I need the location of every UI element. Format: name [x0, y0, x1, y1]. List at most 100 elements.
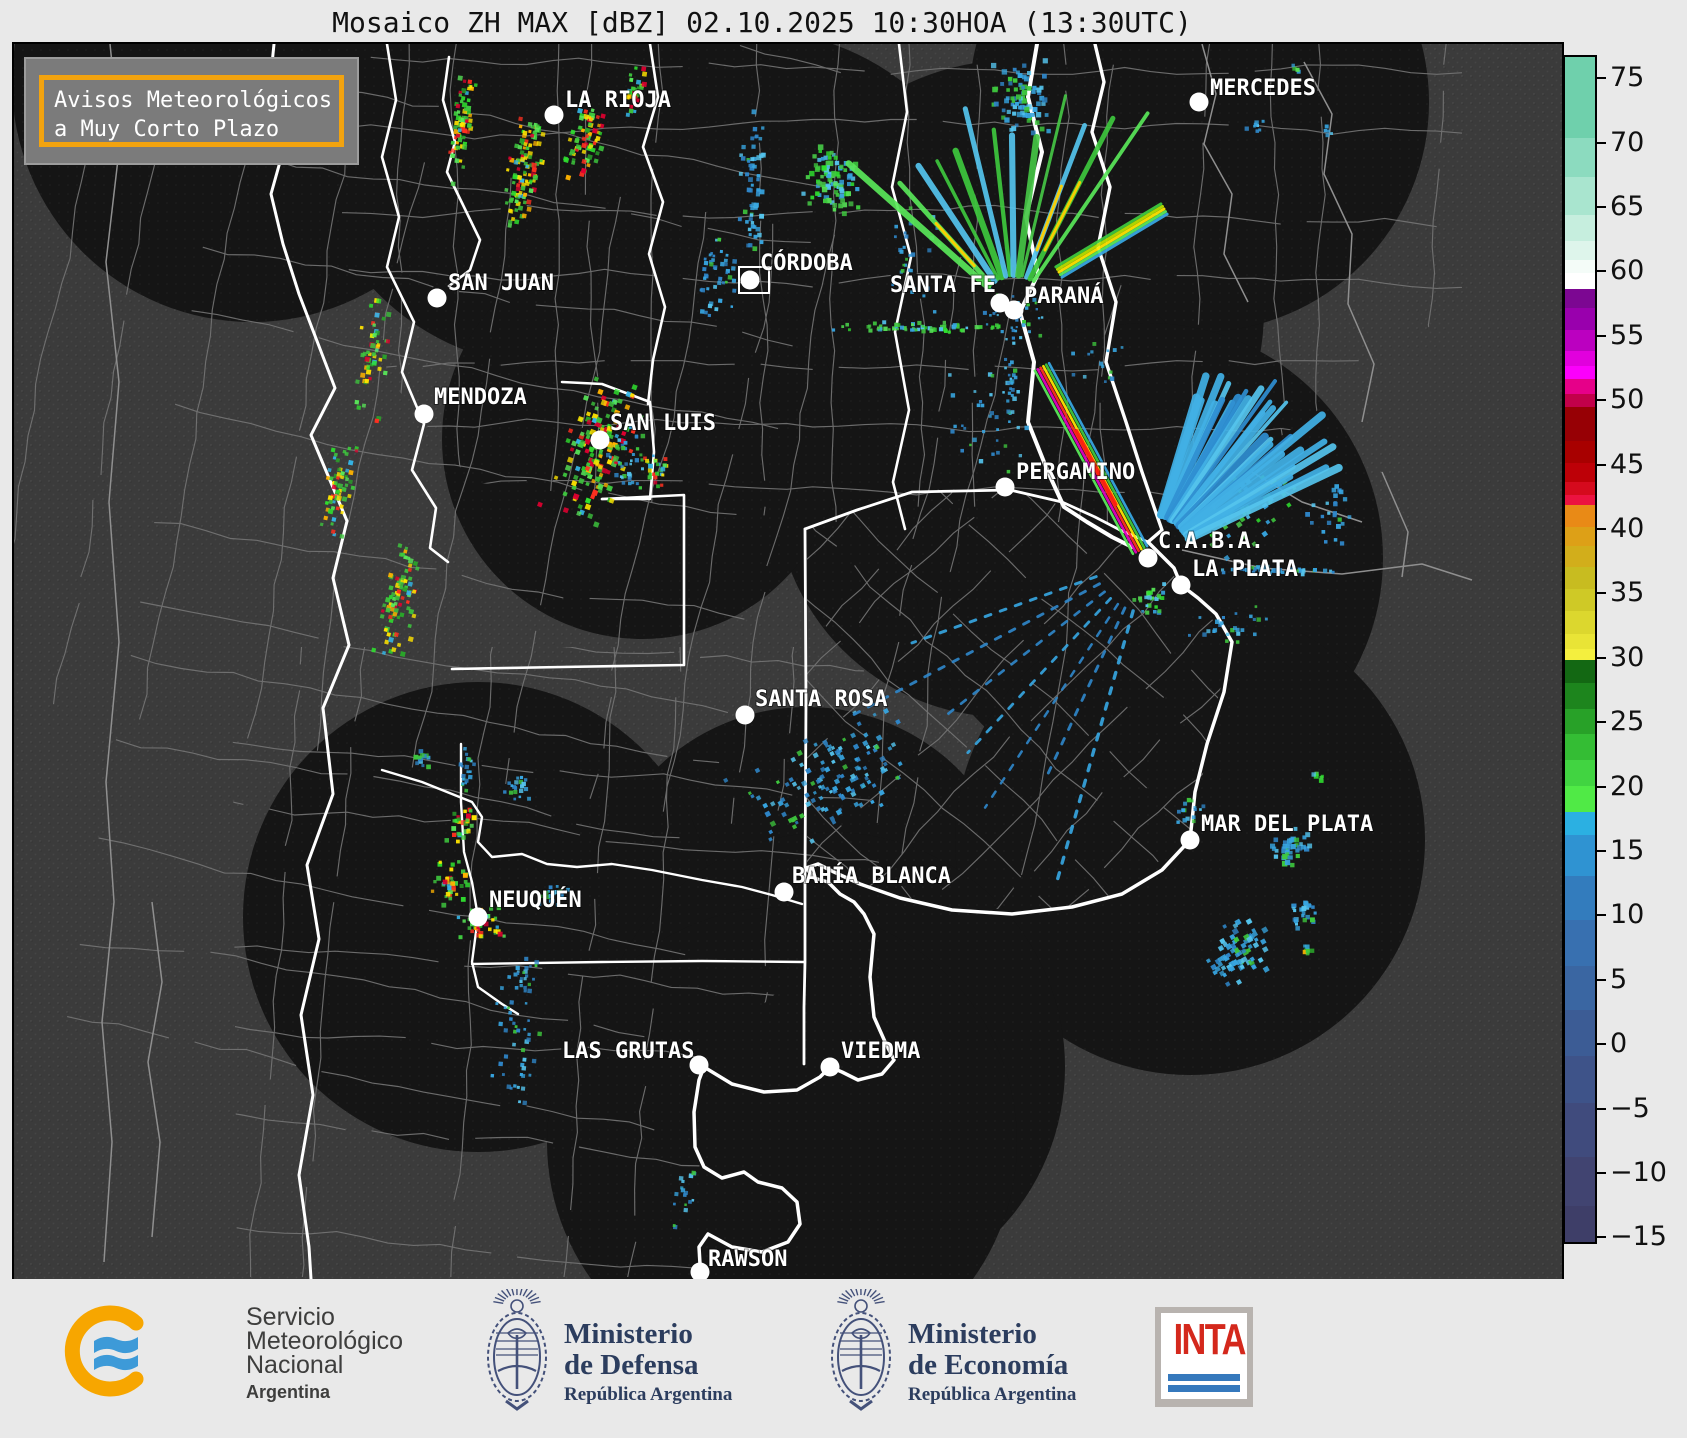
city-dot-parana — [1004, 300, 1024, 320]
city-dot-mendoza — [414, 404, 434, 424]
inta-label: INTA — [1173, 1315, 1247, 1364]
economia-sub: República Argentina — [908, 1384, 1077, 1405]
colorbar-tick-label: 15 — [1610, 835, 1645, 866]
colorbar-tick-label: 35 — [1610, 577, 1645, 609]
economia-text: Ministerio de Economía República Argenti… — [908, 1319, 1076, 1406]
colorbar-segment — [1565, 649, 1595, 660]
city-label-santa-fe: SANTA FE — [890, 273, 996, 298]
city-label-parana: PARANÁ — [1024, 283, 1103, 309]
colorbar-segment — [1565, 394, 1595, 408]
warnings-overlay-button[interactable]: Avisos Meteorológicos a Muy Corto Plazo — [24, 57, 359, 165]
footer-logos: Servicio Meteorológico Nacional Argentin… — [0, 1279, 1687, 1438]
colorbar-tick-label: 5 — [1610, 963, 1628, 995]
defensa-text: Ministerio de Defensa República Argentin… — [564, 1319, 732, 1406]
colorbar-segment — [1565, 494, 1595, 506]
colorbar-segment — [1565, 527, 1595, 547]
colorbar-segment — [1565, 834, 1595, 876]
colorbar-segment — [1565, 1056, 1595, 1103]
smn-line1: Servicio — [246, 1303, 335, 1331]
colorbar-segment — [1565, 505, 1595, 527]
colorbar-tick — [1597, 1107, 1606, 1110]
city-label-mar-del-plata: MAR DEL PLATA — [1201, 812, 1373, 837]
colorbar-tick — [1597, 1172, 1606, 1174]
city-label-santa-rosa: SANTA ROSA — [755, 687, 887, 712]
colorbar-segment — [1565, 708, 1595, 735]
colorbar-tick — [1597, 656, 1606, 659]
smn-country: Argentina — [246, 1382, 331, 1402]
colorbar-segment — [1565, 440, 1595, 463]
city-dot-san-luis — [590, 430, 610, 450]
colorbar-segment — [1565, 785, 1595, 812]
colorbar-segment — [1565, 378, 1595, 395]
city-label-c-a-b-a: C.A.B.A. — [1158, 529, 1264, 554]
smn-logo-text: Servicio Meteorológico Nacional Argentin… — [246, 1305, 403, 1404]
colorbar-segment — [1565, 919, 1595, 967]
economia-logo-block: Ministerio de Economía República Argenti… — [822, 1279, 1152, 1438]
defensa-logo-block: Ministerio de Defensa República Argentin… — [478, 1279, 808, 1438]
defensa-sub: República Argentina — [564, 1384, 733, 1405]
smn-logo-icon — [64, 1305, 144, 1397]
map-canvas: LA RIOJA MERCEDES SAN JUAN CÓRDOBA SANTA FE P… — [14, 44, 1562, 1279]
colorbar-segment — [1565, 760, 1595, 786]
smn-line2: Meteorológico — [246, 1327, 404, 1355]
inta-logo-block: INTA — [1155, 1307, 1253, 1407]
colorbar-tick — [1597, 1236, 1606, 1239]
colorbar-segment — [1565, 138, 1595, 177]
colorbar-tick — [1597, 785, 1606, 788]
city-dot-la-plata — [1171, 575, 1191, 595]
city-dot-neuquen — [468, 907, 488, 927]
colorbar-segment — [1565, 659, 1595, 683]
colorbar-tick — [1597, 399, 1606, 402]
product-title: Mosaico ZH MAX [dBZ] 02.10.2025 10:30HOA… — [332, 6, 1192, 39]
colorbar-segment — [1565, 1205, 1595, 1242]
city-label-rawson: RAWSON — [708, 1247, 787, 1272]
map-texture — [14, 44, 1562, 1279]
colorbar-tick — [1597, 978, 1606, 981]
colorbar-tick-label: −5 — [1610, 1092, 1650, 1124]
colorbar-tick-label: −15 — [1610, 1221, 1667, 1253]
city-label-mercedes: MERCEDES — [1210, 76, 1316, 101]
colorbar-tick — [1597, 463, 1606, 466]
city-label-mendoza: MENDOZA — [434, 385, 527, 410]
smn-logo-block: Servicio Meteorológico Nacional Argentin… — [64, 1279, 464, 1438]
colorbar-segment — [1565, 407, 1595, 441]
colorbar-segment — [1565, 633, 1595, 650]
colorbar-segment — [1565, 734, 1595, 761]
colorbar-segment — [1565, 1156, 1595, 1206]
colorbar-tick-label: 0 — [1610, 1028, 1628, 1060]
city-label-las-grutas: LAS GRUTAS — [562, 1039, 694, 1064]
colorbar-tick — [1597, 850, 1606, 852]
economia-coat-of-arms-icon — [831, 1289, 891, 1411]
colorbar-tick — [1597, 592, 1606, 595]
colorbar-tick-label: 65 — [1610, 191, 1645, 222]
inta-logo-box: INTA — [1161, 1313, 1247, 1399]
city-dot-pergamino — [995, 477, 1015, 497]
colorbar-segment — [1565, 588, 1595, 611]
colorbar-tick — [1597, 206, 1606, 208]
defensa-line1: Ministerio — [564, 1318, 693, 1350]
colorbar-segment — [1565, 350, 1595, 367]
colorbar-segment — [1565, 682, 1595, 709]
colorbar-segment — [1565, 329, 1595, 351]
warnings-line1: Avisos Meteorológicos — [54, 88, 333, 113]
colorbar-segment — [1565, 241, 1595, 261]
colorbar-tick — [1597, 334, 1606, 337]
colorbar-tick-label: 60 — [1610, 255, 1645, 287]
colorbar-segment — [1565, 57, 1595, 139]
colorbar-tick — [1597, 721, 1606, 724]
colorbar-tick — [1597, 1043, 1606, 1046]
city-label-la-plata: LA PLATA — [1192, 557, 1298, 582]
colorbar-tick-label: −10 — [1610, 1157, 1667, 1188]
warnings-overlay-border: Avisos Meteorológicos a Muy Corto Plazo — [39, 75, 344, 147]
colorbar-tick-label: 25 — [1610, 706, 1645, 738]
colorbar-tick — [1597, 914, 1606, 917]
city-label-bahia-blanca: BAHÍA BLANCA — [792, 863, 951, 889]
colorbar-segment — [1565, 811, 1595, 835]
economia-line2: de Economía — [908, 1349, 1069, 1381]
colorbar-segment — [1565, 875, 1595, 920]
city-label-san-juan: SAN JUAN — [448, 271, 554, 296]
smn-line3: Nacional — [246, 1351, 344, 1379]
radar-map: LA RIOJA MERCEDES SAN JUAN CÓRDOBA SANTA FE P… — [12, 42, 1564, 1281]
colorbar-tick — [1597, 528, 1606, 530]
colorbar-tick-label: 75 — [1610, 62, 1645, 94]
